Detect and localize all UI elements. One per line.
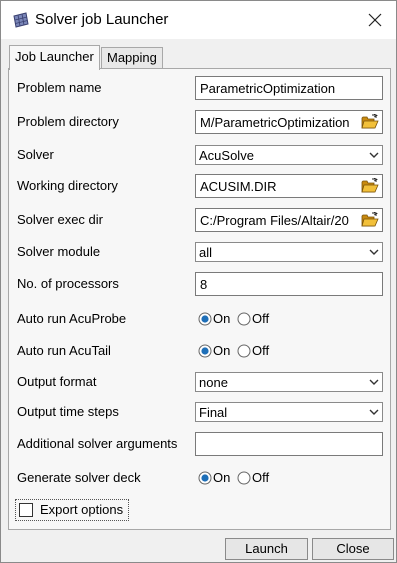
problem-name-label: Problem name xyxy=(17,80,102,95)
folder-open-icon[interactable] xyxy=(361,113,379,130)
solver-module-label: Solver module xyxy=(17,244,101,259)
problem-directory-label: Problem directory xyxy=(17,114,119,129)
auto-run-acutail-label: Auto run AcuTail xyxy=(17,343,111,358)
job-launcher-panel: Problem name ParametricOptimization Prob… xyxy=(8,68,391,530)
solver-exec-dir-input[interactable]: C:/Program Files/Altair/20 xyxy=(195,208,383,232)
problem-name-row: Problem name ParametricOptimization xyxy=(9,74,390,102)
solver-exec-dir-value: C:/Program Files/Altair/20 xyxy=(200,213,349,228)
working-directory-row: Working directory ACUSIM.DIR xyxy=(9,172,390,200)
title-bar: Solver job Launcher xyxy=(1,1,396,39)
export-options-label: Export options xyxy=(40,502,124,517)
window-title: Solver job Launcher xyxy=(35,11,169,28)
output-time-steps-value: Final xyxy=(199,405,228,420)
auto-run-acutail-row: Auto run AcuTail On Off xyxy=(9,337,390,365)
output-time-steps-row: Output time steps Final xyxy=(9,398,390,426)
chevron-down-icon xyxy=(367,244,381,260)
solver-module-value: all xyxy=(199,245,213,260)
problem-name-input[interactable]: ParametricOptimization xyxy=(195,76,383,100)
chevron-down-icon xyxy=(367,374,381,390)
problem-directory-row: Problem directory M/ParametricOptimizati… xyxy=(9,108,390,136)
additional-args-input[interactable] xyxy=(195,432,383,456)
export-options-checkbox[interactable]: Export options xyxy=(15,499,129,521)
solver-module-select[interactable]: all xyxy=(195,242,383,262)
output-format-label: Output format xyxy=(17,374,97,389)
solver-launcher-window: Solver job Launcher Job Launcher Mapping… xyxy=(0,0,397,563)
generate-deck-label: Generate solver deck xyxy=(17,470,141,485)
output-format-row: Output format none xyxy=(9,368,390,396)
chevron-down-icon xyxy=(367,147,381,163)
output-format-value: none xyxy=(199,375,228,390)
solver-exec-dir-row: Solver exec dir C:/Program Files/Altair/… xyxy=(9,206,390,234)
solver-select[interactable]: AcuSolve xyxy=(195,145,383,165)
working-directory-value: ACUSIM.DIR xyxy=(200,179,277,194)
solver-row: Solver AcuSolve xyxy=(9,141,390,169)
additional-args-row: Additional solver arguments xyxy=(9,430,390,458)
problem-directory-value: M/ParametricOptimization xyxy=(200,115,350,130)
solver-module-row: Solver module all xyxy=(9,238,390,266)
processors-input[interactable]: 8 xyxy=(195,272,383,296)
additional-args-label: Additional solver arguments xyxy=(17,436,178,451)
acuprobe-off-label: Off xyxy=(252,311,270,326)
output-time-steps-select[interactable]: Final xyxy=(195,402,383,422)
processors-row: No. of processors 8 xyxy=(9,270,390,298)
generate-deck-off-label: Off xyxy=(252,470,270,485)
processors-label: No. of processors xyxy=(17,276,119,291)
acuprobe-on-label: On xyxy=(213,311,231,326)
close-icon[interactable] xyxy=(362,7,388,33)
auto-run-acuprobe-label: Auto run AcuProbe xyxy=(17,311,127,326)
launch-button[interactable]: Launch xyxy=(225,538,308,560)
processors-value: 8 xyxy=(200,277,208,292)
tab-mapping[interactable]: Mapping xyxy=(101,47,163,69)
grid-mesh-icon xyxy=(12,12,30,31)
output-time-steps-label: Output time steps xyxy=(17,404,119,419)
tab-job-launcher[interactable]: Job Launcher xyxy=(9,45,100,70)
output-format-select[interactable]: none xyxy=(195,372,383,392)
problem-name-value: ParametricOptimization xyxy=(200,81,336,96)
generate-deck-row: Generate solver deck On Off xyxy=(9,464,390,492)
auto-run-acuprobe-row: Auto run AcuProbe On Off xyxy=(9,305,390,333)
folder-open-icon[interactable] xyxy=(361,211,379,228)
solver-label: Solver xyxy=(17,147,54,162)
problem-directory-input[interactable]: M/ParametricOptimization xyxy=(195,110,383,134)
working-directory-label: Working directory xyxy=(17,178,118,193)
acutail-on-label: On xyxy=(213,343,231,358)
close-button[interactable]: Close xyxy=(312,538,394,560)
solver-exec-dir-label: Solver exec dir xyxy=(17,212,103,227)
solver-value: AcuSolve xyxy=(199,148,254,163)
checkbox-box xyxy=(19,503,33,517)
acutail-off-label: Off xyxy=(252,343,270,358)
working-directory-input[interactable]: ACUSIM.DIR xyxy=(195,174,383,198)
folder-open-icon[interactable] xyxy=(361,177,379,194)
generate-deck-on-label: On xyxy=(213,470,231,485)
chevron-down-icon xyxy=(367,404,381,420)
